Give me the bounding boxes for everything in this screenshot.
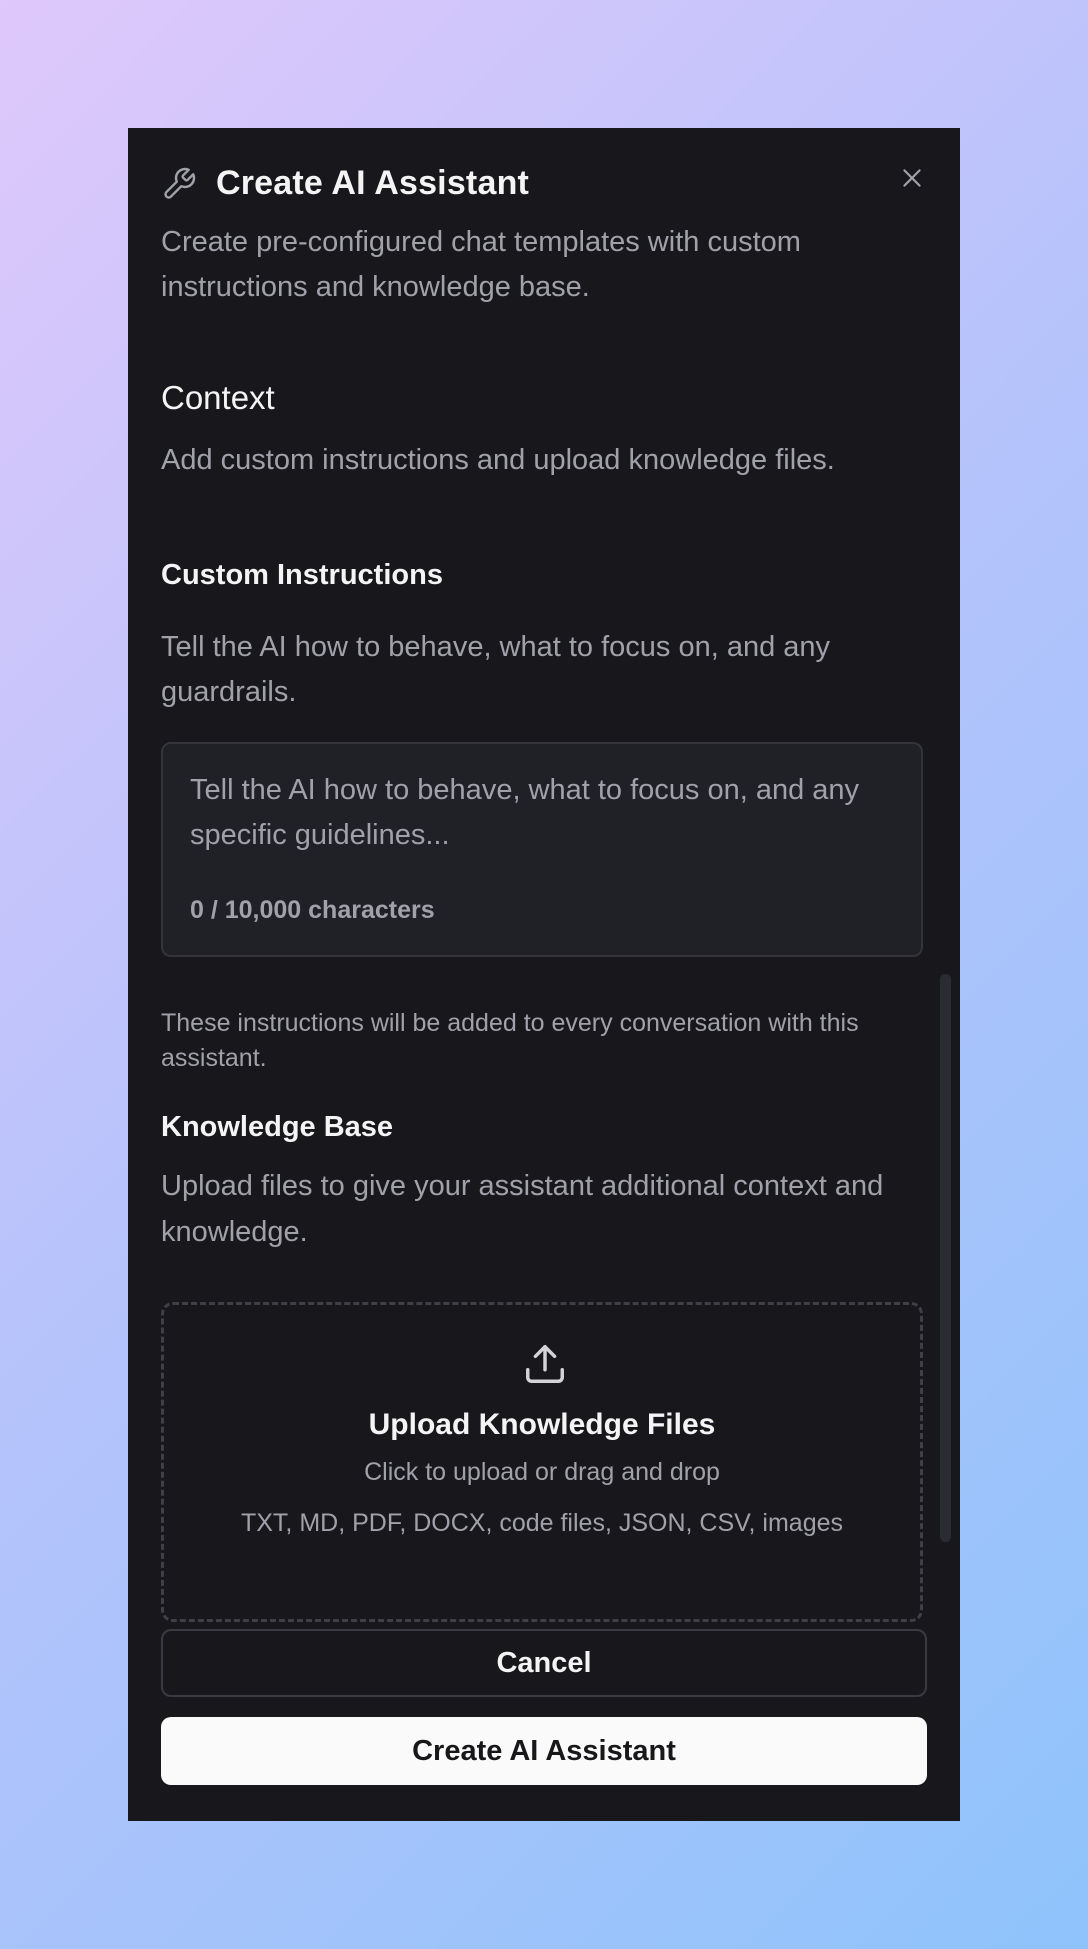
upload-dropzone[interactable]: Upload Knowledge Files Click to upload o… — [161, 1302, 923, 1622]
dialog-title: Create AI Assistant — [216, 164, 530, 202]
character-counter: 0 / 10,000 characters — [190, 896, 435, 924]
scrollbar-thumb[interactable] — [940, 974, 951, 1542]
textarea-placeholder: Tell the AI how to behave, what to focus… — [190, 774, 860, 851]
upload-file-types: TXT, MD, PDF, DOCX, code files, JSON, CS… — [240, 1509, 843, 1537]
custom-instructions-description: Tell the AI how to behave, what to focus… — [161, 631, 831, 708]
custom-instructions-label: Custom Instructions — [161, 559, 443, 591]
context-description: Add custom instructions and upload knowl… — [161, 444, 835, 476]
create-assistant-button[interactable]: Create AI Assistant — [161, 1717, 927, 1785]
upload-icon — [522, 1341, 568, 1387]
custom-instructions-hint: These instructions will be added to ever… — [161, 1009, 859, 1072]
wrench-icon — [161, 166, 197, 202]
create-assistant-dialog: Create AI Assistant Create pre-configure… — [128, 128, 960, 1821]
context-title: Context — [161, 379, 275, 416]
custom-instructions-textarea[interactable]: Tell the AI how to behave, what to focus… — [161, 742, 923, 957]
knowledge-base-label: Knowledge Base — [161, 1111, 394, 1143]
cancel-button[interactable]: Cancel — [161, 1629, 927, 1697]
close-icon — [899, 165, 925, 196]
dialog-header: Create AI Assistant — [161, 164, 529, 203]
upload-subtitle: Click to upload or drag and drop — [364, 1458, 720, 1486]
dropzone-clip: Upload Knowledge Files Click to upload o… — [128, 1298, 960, 1683]
upload-title: Upload Knowledge Files — [368, 1408, 716, 1441]
close-button[interactable] — [894, 162, 930, 198]
dialog-subtitle: Create pre-configured chat templates wit… — [161, 226, 801, 303]
knowledge-base-description: Upload files to give your assistant addi… — [161, 1170, 884, 1248]
